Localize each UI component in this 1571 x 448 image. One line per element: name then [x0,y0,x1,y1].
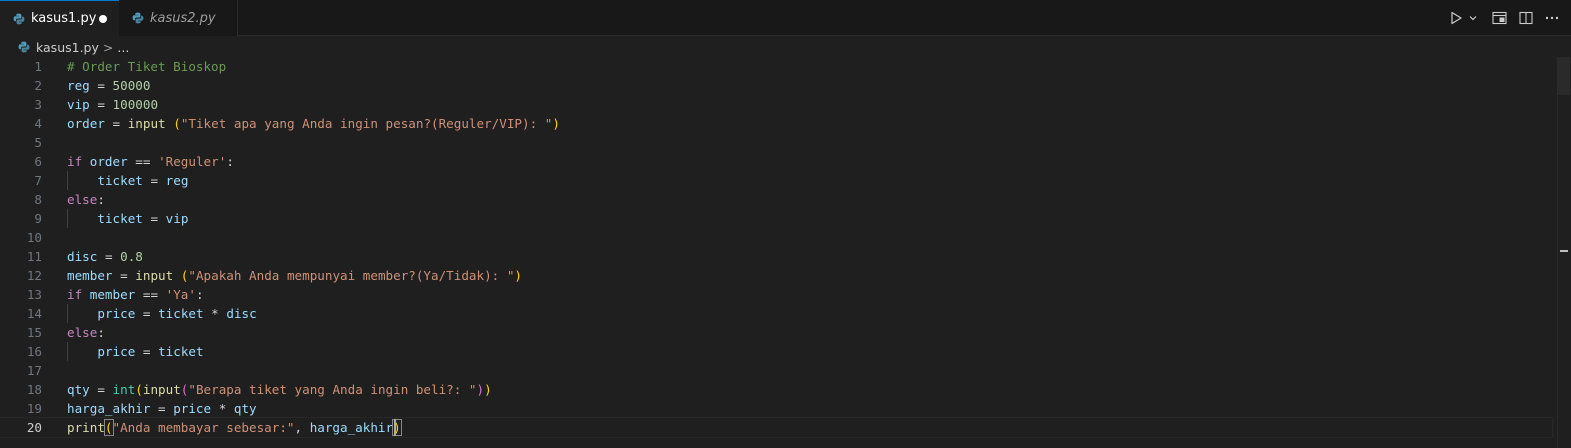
line-number: 10 [26,230,42,245]
code-text: if order == 'Reguler': [67,154,234,169]
code-text: qty = int(input("Berapa tiket yang Anda … [67,382,492,397]
line-number: 12 [26,268,42,283]
line-number: 20 [26,420,42,435]
line-number: 5 [34,135,42,150]
text-cursor [394,419,396,436]
tab-label: kasus2.py [150,10,216,26]
code-text: if member == 'Ya': [67,287,204,302]
line-number: 11 [26,249,42,264]
line-number: 8 [34,192,42,207]
run-icon [1451,11,1462,25]
line-number: 3 [34,97,42,112]
vertical-scrollbar[interactable] [1557,57,1571,448]
tab-bar: kasus1.py kasus2.py [0,0,1571,36]
open-preview-button[interactable] [1487,5,1513,31]
line-number: 7 [34,173,42,188]
line-number: 9 [34,211,42,226]
python-file-icon [13,13,25,24]
code-line[interactable]: 7 ticket = reg [0,171,1552,190]
code-text: else: [67,192,105,207]
tab-kasus1[interactable]: kasus1.py [0,0,119,36]
code-text: price = ticket [97,344,204,359]
code-text: reg = 50000 [67,78,151,93]
line-number: 1 [34,59,42,74]
line-number: 4 [34,116,42,131]
code-line[interactable]: 17 [0,361,1552,380]
code-text: ticket = vip [97,211,189,226]
code-line[interactable]: 20 print("Anda membayar sebesar:", harga_… [0,417,1553,438]
cursor-position-marker [1560,250,1568,252]
more-actions-button[interactable] [1539,5,1565,31]
editor-actions [1447,0,1571,36]
code-line[interactable]: 13 if member == 'Ya': [0,285,1552,304]
line-number: 18 [26,382,42,397]
line-number: 2 [34,78,42,93]
breadcrumb-file[interactable]: kasus1.py [36,40,99,55]
code-line[interactable]: 6 if order == 'Reguler': [0,152,1552,171]
open-preview-icon [1492,11,1507,25]
code-line[interactable]: 10 [0,228,1552,247]
code-line[interactable]: 16 price = ticket [0,342,1552,361]
chevron-down-icon [1469,16,1477,21]
code-line[interactable]: 14 price = ticket * disc [0,304,1552,323]
line-number: 17 [26,363,42,378]
code-line[interactable]: 5 [0,133,1552,152]
python-file-icon [132,12,144,24]
code-line[interactable]: 9 ticket = vip [0,209,1552,228]
line-number: 19 [26,401,42,416]
breadcrumb-symbols[interactable]: ... [117,40,129,55]
code-line[interactable]: 2 reg = 50000 [0,76,1552,95]
unsaved-indicator-icon[interactable] [99,15,107,23]
python-file-icon [18,41,30,53]
code-text: print("Anda membayar sebesar:", harga_ak… [67,419,402,436]
run-dropdown-button[interactable] [1465,5,1481,31]
code-text: disc = 0.8 [67,249,143,264]
code-text: member = input ("Apakah Anda mempunyai m… [67,268,523,283]
more-actions-icon [1545,16,1559,20]
code-line[interactable]: 1 # Order Tiket Bioskop [0,57,1552,76]
code-text: harga_akhir = price * qty [67,401,257,416]
code-line[interactable]: 18 qty = int(input("Berapa tiket yang And… [0,380,1552,399]
code-line[interactable]: 3 vip = 100000 [0,95,1552,114]
code-line[interactable]: 19 harga_akhir = price * qty [0,399,1552,418]
split-editor-button[interactable] [1513,5,1539,31]
breadcrumb: kasus1.py > ... [0,36,1571,58]
code-text: ticket = reg [97,173,189,188]
code-text: # Order Tiket Bioskop [67,59,227,74]
code-text: vip = 100000 [67,97,159,112]
code-line[interactable]: 12 member = input ("Apakah Anda mempunyai… [0,266,1552,285]
line-number: 15 [26,325,42,340]
code-line[interactable]: 15 else: [0,323,1552,342]
code-text: order = input ("Tiket apa yang Anda ingi… [67,116,560,131]
line-number: 6 [34,154,42,169]
tab-label: kasus1.py [31,11,97,26]
chevron-right-icon: > [102,39,114,55]
line-number: 13 [26,287,42,302]
tab-kasus2[interactable]: kasus2.py [119,0,238,36]
run-button[interactable] [1447,5,1465,31]
line-number: 16 [26,344,42,359]
split-editor-icon [1519,11,1533,25]
code-text: else: [67,325,105,340]
code-editor[interactable]: 1 # Order Tiket Bioskop 2 reg = 50000 3 vip =… [0,57,1571,448]
code-line[interactable]: 8 else: [0,190,1552,209]
editor-window: kasus1.py kasus2.py kasus1.py > ... 1 # … [0,0,1571,448]
code-line[interactable]: 4 order = input ("Tiket apa yang Anda ing… [0,114,1552,133]
code-text: price = ticket * disc [97,306,257,321]
line-number: 14 [26,306,42,321]
scrollbar-thumb[interactable] [1558,57,1570,95]
code-line[interactable]: 11 disc = 0.8 [0,247,1552,266]
